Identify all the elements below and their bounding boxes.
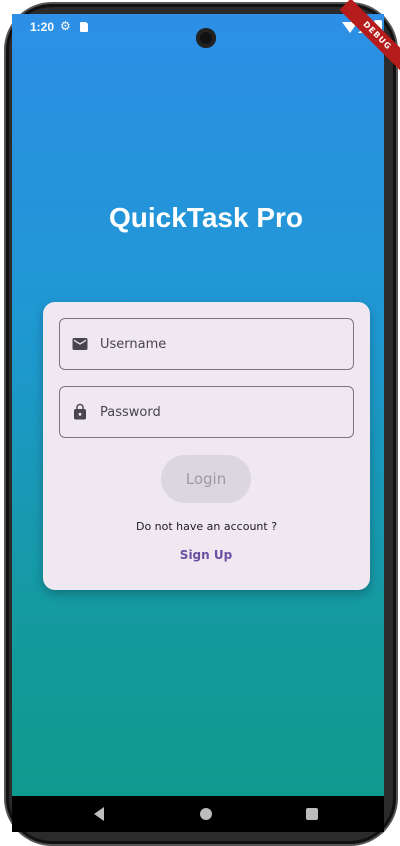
status-time: 1:20 — [30, 20, 55, 34]
navigation-bar — [12, 796, 384, 832]
lock-icon — [74, 403, 86, 420]
mail-icon — [72, 338, 88, 350]
app-title: QuickTask Pro — [108, 202, 303, 233]
username-field[interactable] — [59, 318, 354, 370]
account-prompt: Do not have an account ? — [135, 520, 278, 533]
username-input[interactable] — [98, 319, 348, 369]
password-field[interactable] — [59, 386, 354, 438]
login-card: Login Do not have an account ? Sign Up — [43, 302, 370, 590]
recents-square-icon[interactable] — [306, 808, 318, 820]
front-camera — [196, 28, 216, 48]
signup-button[interactable]: Sign Up — [156, 542, 256, 568]
back-triangle-icon[interactable] — [94, 807, 104, 821]
sd-card-icon — [80, 22, 88, 32]
login-button[interactable]: Login — [161, 455, 251, 503]
home-circle-icon[interactable] — [200, 808, 212, 820]
password-input[interactable] — [98, 387, 348, 437]
settings-gear-icon: ⚙ — [60, 19, 71, 33]
